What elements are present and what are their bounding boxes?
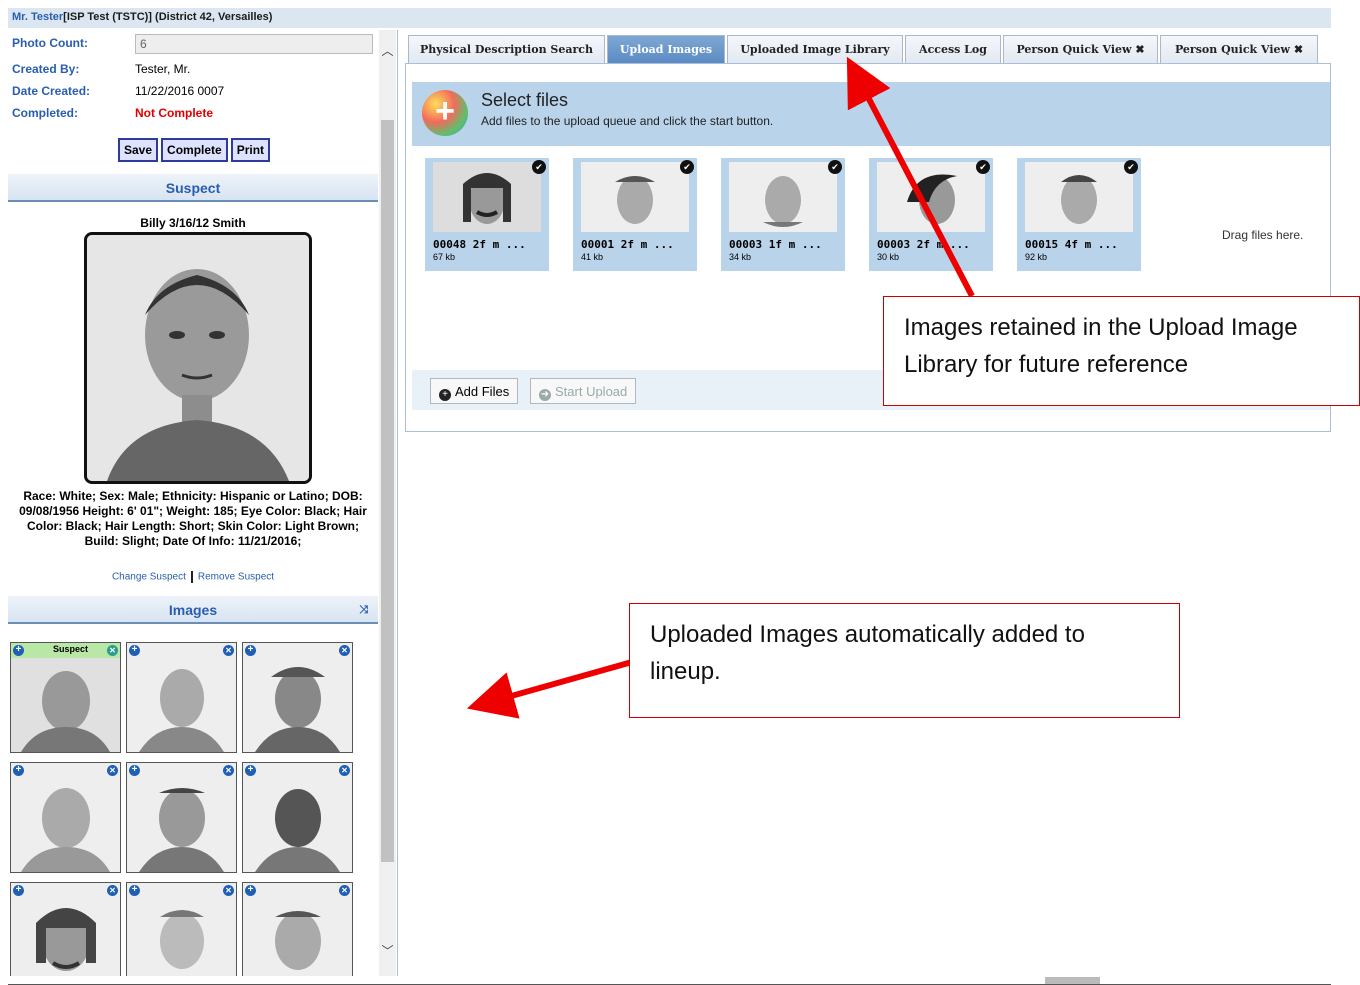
callout-library: Images retained in the Upload Image Libr… xyxy=(883,296,1360,406)
horizontal-scroll-thumb[interactable] xyxy=(1045,977,1100,984)
arrow-to-lineup xyxy=(466,659,633,719)
callout-lineup: Uploaded Images automatically added to l… xyxy=(629,603,1180,718)
annotation-arrows xyxy=(466,56,975,719)
arrow-to-library-tab xyxy=(846,56,975,298)
